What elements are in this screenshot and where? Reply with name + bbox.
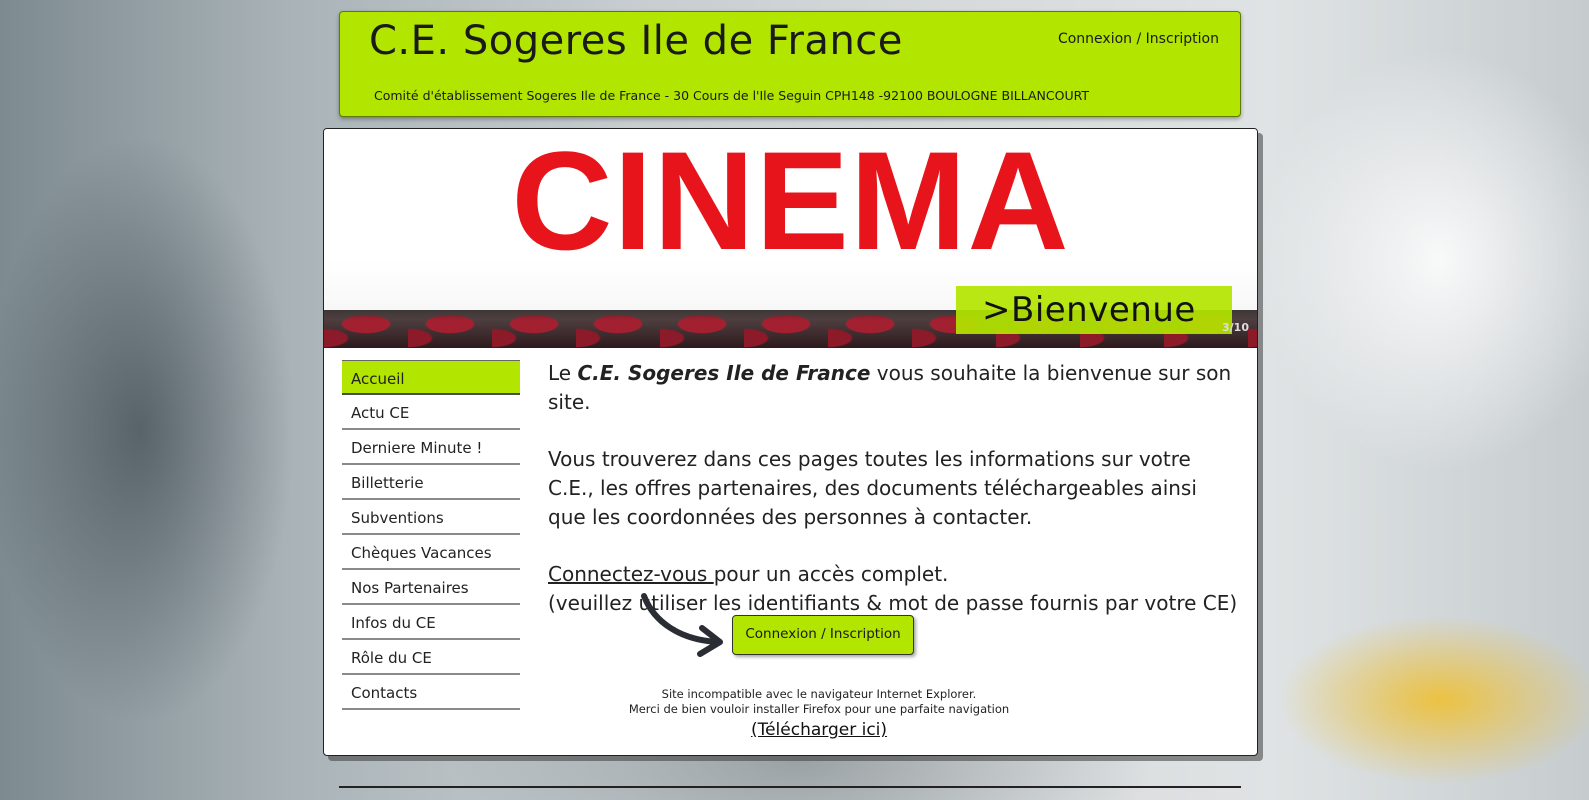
nav-item-subventions[interactable]: Subventions bbox=[342, 500, 520, 535]
nav-item-contacts[interactable]: Contacts bbox=[342, 675, 520, 710]
welcome-prefix: Le bbox=[548, 361, 578, 385]
nav-item-actu-ce[interactable]: Actu CE bbox=[342, 395, 520, 430]
sidebar-nav: Accueil Actu CE Derniere Minute ! Billet… bbox=[342, 360, 520, 710]
footer-divider bbox=[339, 786, 1241, 788]
slideshow-banner[interactable]: CINEMA >Bienvenue 3/10 bbox=[324, 129, 1257, 348]
nav-item-cheques-vacances[interactable]: Chèques Vacances bbox=[342, 535, 520, 570]
site-title[interactable]: C.E. Sogeres Ile de France bbox=[369, 18, 903, 64]
connect-suffix: pour un accès complet. bbox=[713, 562, 949, 586]
welcome-line: Le C.E. Sogeres Ile de France vous souha… bbox=[548, 359, 1238, 417]
slide-counter: 3/10 bbox=[1222, 321, 1249, 334]
intro-text: Vous trouverez dans ces pages toutes les… bbox=[548, 447, 1197, 529]
connect-link[interactable]: Connectez-vous bbox=[548, 562, 714, 586]
nav-item-infos-du-ce[interactable]: Infos du CE bbox=[342, 605, 520, 640]
nav-item-billetterie[interactable]: Billetterie bbox=[342, 465, 520, 500]
login-signup-button[interactable]: Connexion / Inscription bbox=[732, 615, 914, 655]
connect-line: Connectez-vous pour un accès complet. bbox=[548, 560, 1238, 589]
ie-notice: Site incompatible avec le navigateur Int… bbox=[548, 687, 1090, 741]
nav-item-nos-partenaires[interactable]: Nos Partenaires bbox=[342, 570, 520, 605]
welcome-name: C.E. Sogeres Ile de France bbox=[577, 361, 871, 385]
nav-item-role-du-ce[interactable]: Rôle du CE bbox=[342, 640, 520, 675]
main-panel: CINEMA >Bienvenue 3/10 Accueil Actu CE D… bbox=[323, 128, 1258, 756]
nav-item-derniere-minute[interactable]: Derniere Minute ! bbox=[342, 430, 520, 465]
ie-notice-line1: Site incompatible avec le navigateur Int… bbox=[661, 687, 977, 701]
download-firefox-link[interactable]: (Télécharger ici) bbox=[548, 719, 1090, 741]
arrow-icon bbox=[641, 593, 723, 657]
banner-cinema-text: CINEMA bbox=[511, 129, 1070, 279]
site-subtitle: Comité d'établissement Sogeres Ile de Fr… bbox=[374, 88, 1090, 103]
slide-caption[interactable]: >Bienvenue bbox=[956, 286, 1232, 334]
site-header: C.E. Sogeres Ile de France Connexion / I… bbox=[339, 11, 1241, 117]
ie-notice-line2: Merci de bien vouloir installer Firefox … bbox=[628, 702, 1010, 716]
welcome-content: Le C.E. Sogeres Ile de France vous souha… bbox=[548, 359, 1238, 618]
header-login-link[interactable]: Connexion / Inscription bbox=[1058, 31, 1219, 47]
nav-item-accueil[interactable]: Accueil bbox=[342, 360, 520, 395]
